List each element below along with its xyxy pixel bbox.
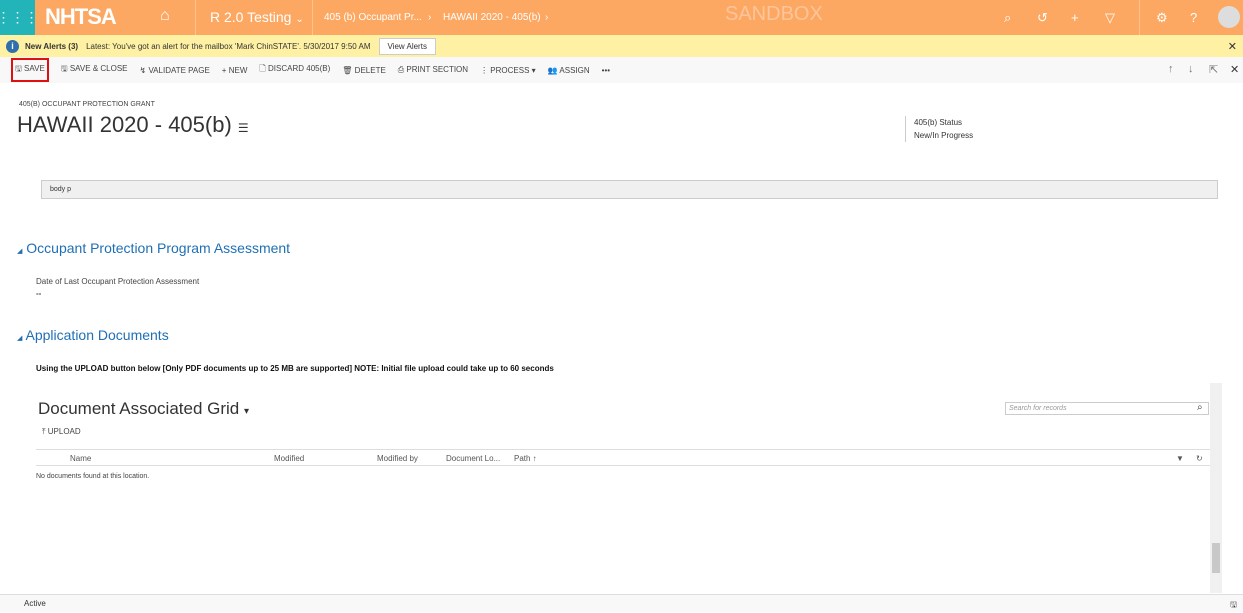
entity-name: 405(B) OCCUPANT PROTECTION GRANT <box>19 101 155 108</box>
help-icon[interactable]: ? <box>1190 10 1197 25</box>
arrow-up-icon[interactable]: ↑ <box>1168 63 1174 75</box>
app-switcher[interactable]: R 2.0 Testing ⌄ <box>210 9 304 25</box>
save-close-button[interactable]: 🖫 SAVE & CLOSE <box>61 63 128 77</box>
chevron-down-icon: ⌄ <box>295 14 304 25</box>
column-name[interactable]: Name <box>70 454 91 463</box>
search-icon[interactable]: ⌕ <box>1197 402 1203 413</box>
environment-label: SANDBOX <box>725 3 823 25</box>
status-label: 405(b) Status <box>914 118 963 127</box>
footer-status-bar: Active 🖫 <box>0 594 1243 612</box>
status-value: New/In Progress <box>914 131 974 140</box>
info-icon: i <box>6 39 19 53</box>
column-modified-by[interactable]: Modified by <box>377 454 418 463</box>
section-occupant-protection[interactable]: ◢ Occupant Protection Program Assessment <box>17 240 290 256</box>
save-icon[interactable]: 🖫 <box>1230 599 1237 613</box>
alert-title: New Alerts (3) <box>25 41 79 51</box>
chevron-right-icon[interactable]: › <box>545 12 548 23</box>
discard-button[interactable]: 🗋 DISCARD 405(B) <box>259 63 330 77</box>
view-alerts-button[interactable]: View Alerts <box>378 37 436 55</box>
save-button[interactable]: 🖫 SAVE <box>11 58 49 82</box>
page-title: HAWAII 2020 - 405(b) ☰ <box>17 112 249 137</box>
chevron-right-icon: › <box>428 12 432 23</box>
validate-page-button[interactable]: ↯ VALIDATE PAGE <box>140 66 210 75</box>
process-button[interactable]: ⋮ PROCESS ▾ <box>480 66 536 75</box>
assign-button[interactable]: 👥 ASSIGN <box>548 66 590 75</box>
section-application-documents[interactable]: ◢ Application Documents <box>17 327 169 343</box>
upload-note: Using the UPLOAD button below [Only PDF … <box>36 364 554 373</box>
column-modified[interactable]: Modified <box>274 454 304 463</box>
home-icon[interactable]: ⌂ <box>160 7 170 25</box>
history-icon[interactable]: ↺ <box>1037 10 1048 26</box>
filter-icon[interactable]: ▼ <box>1176 454 1184 463</box>
close-icon[interactable]: ✕ <box>1228 40 1237 53</box>
top-nav-bar: ⋮⋮⋮ NHTSA ⌂ R 2.0 Testing ⌄ 405 (b) Occu… <box>0 0 1243 35</box>
refresh-icon[interactable]: ↻ <box>1196 454 1203 463</box>
alert-text: Latest: You've got an alert for the mail… <box>86 41 371 51</box>
search-input[interactable]: Search for records <box>1005 402 1209 415</box>
field-value[interactable]: -- <box>36 289 41 298</box>
breadcrumb-record[interactable]: HAWAII 2020 - 405(b) <box>443 12 541 23</box>
search-icon[interactable]: ⌕ <box>1004 10 1011 26</box>
grid-header: Name Modified Modified by Document Lo...… <box>36 449 1211 466</box>
filter-icon[interactable]: ▽ <box>1105 10 1115 26</box>
nhtsa-logo[interactable]: NHTSA <box>45 4 117 30</box>
scrollbar[interactable] <box>1210 383 1222 593</box>
more-button[interactable]: ••• <box>602 66 610 75</box>
app-name: R 2.0 Testing <box>210 9 292 25</box>
alert-bar: i New Alerts (3) Latest: You've got an a… <box>0 35 1243 57</box>
print-section-button[interactable]: ⎙ PRINT SECTION <box>398 65 468 75</box>
record-status: Active <box>24 599 46 608</box>
popout-icon[interactable]: ⇱ <box>1209 63 1218 76</box>
app-launcher-icon[interactable]: ⋮⋮⋮ <box>0 0 39 35</box>
command-bar: 🖫 SAVE 🖫 SAVE & CLOSE ↯ VALIDATE PAGE + … <box>0 57 1243 83</box>
plus-icon[interactable]: + <box>1071 10 1079 25</box>
new-button[interactable]: + NEW <box>222 66 248 75</box>
arrow-down-icon[interactable]: ↓ <box>1188 63 1194 75</box>
empty-message: No documents found at this location. <box>36 473 150 480</box>
status-field: 405(b) Status New/In Progress <box>905 116 973 142</box>
column-document-location[interactable]: Document Lo... <box>446 454 500 463</box>
grid-title[interactable]: Document Associated Grid ▾ <box>38 399 249 419</box>
delete-button[interactable]: 🗑 DELETE <box>342 66 386 75</box>
gear-icon[interactable]: ⚙ <box>1156 10 1168 26</box>
column-path[interactable]: Path ↑ <box>514 454 537 463</box>
breadcrumb-entity[interactable]: 405 (b) Occupant Pr... <box>324 12 422 23</box>
upload-button[interactable]: ⤒ UPLOAD <box>42 427 81 437</box>
form-selector-icon[interactable]: ☰ <box>238 121 249 135</box>
close-icon[interactable]: ✕ <box>1230 63 1239 76</box>
field-label: Date of Last Occupant Protection Assessm… <box>36 277 200 286</box>
scrollbar-thumb[interactable] <box>1212 543 1220 573</box>
editor-path-bar: body p <box>41 180 1218 199</box>
avatar[interactable] <box>1218 6 1240 28</box>
